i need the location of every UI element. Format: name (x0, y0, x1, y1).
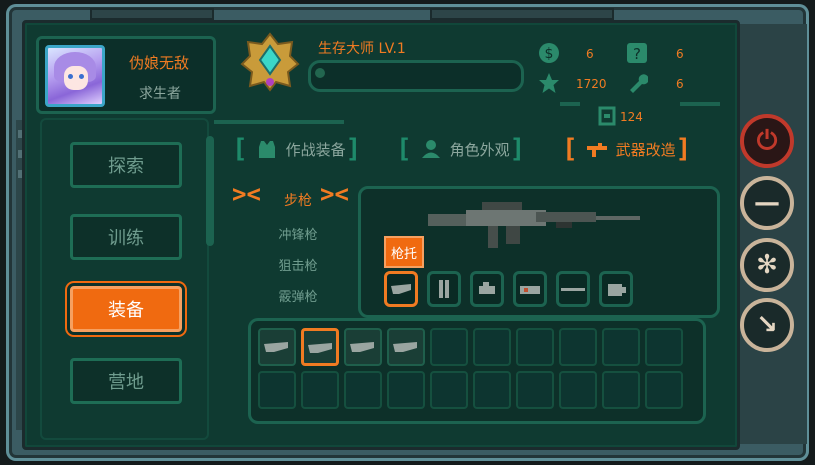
minus-icon: — (754, 188, 780, 218)
rank-medal-icon (240, 32, 300, 92)
xp-fill (315, 68, 325, 78)
tab-weapon-mod[interactable]: [ 武器改造 ] (562, 132, 691, 166)
top-grip (430, 8, 614, 20)
top-grip (90, 8, 214, 20)
tool-count: 6 (676, 77, 684, 91)
inventory-slot[interactable] (387, 328, 425, 366)
tab-combat-gear-label: 作战装备 (285, 140, 346, 159)
inventory-slot[interactable] (301, 371, 339, 409)
minimize-button[interactable]: — (740, 176, 794, 230)
star-count: 1720 (576, 77, 607, 91)
category-smg[interactable]: 冲锋枪 (248, 224, 348, 243)
quest-count: 6 (676, 47, 684, 61)
category-shotgun[interactable]: 霰弹枪 (248, 286, 348, 305)
rank-title: 生存大师 LV.1 (318, 41, 406, 57)
player-role: 求生者 (139, 86, 181, 102)
barrel-icon (561, 288, 585, 291)
stock-icon (308, 343, 332, 353)
player-profile[interactable]: 伪娘无敌 求生者 (36, 36, 216, 114)
part-slot-scope[interactable] (513, 271, 547, 307)
right-rail (734, 24, 807, 444)
settings-button[interactable]: ✻ (740, 238, 794, 292)
tab-combat-gear[interactable]: [ 作战装备 ] (232, 132, 361, 166)
inventory-slot[interactable] (344, 328, 382, 366)
gear-icon: ✻ (756, 250, 778, 280)
rifle-image (428, 202, 640, 248)
inventory-slot[interactable] (602, 328, 640, 366)
inventory-slot[interactable] (430, 371, 468, 409)
menu-training-button[interactable]: 训练 (70, 214, 182, 260)
inventory-slot[interactable] (344, 371, 382, 409)
inventory-slot[interactable] (645, 328, 683, 366)
avatar[interactable] (45, 45, 105, 107)
gun-icon (586, 143, 607, 157)
divider (214, 120, 344, 124)
menu-camp-button[interactable]: 营地 (70, 358, 182, 404)
storage-icon (598, 106, 616, 126)
inventory-slot[interactable] (559, 328, 597, 366)
inventory-slot[interactable] (645, 371, 683, 409)
power-icon: ⏻ (756, 125, 778, 156)
quest-icon: ? (627, 43, 647, 63)
category-sniper[interactable]: 狙击枪 (248, 255, 348, 274)
inventory-slot[interactable] (301, 328, 339, 366)
inventory-slot[interactable] (473, 328, 511, 366)
grip-icon (479, 282, 495, 294)
svg-text:$: $ (545, 46, 554, 62)
muzzle-icon (608, 284, 626, 296)
inventory-slot[interactable] (602, 371, 640, 409)
xp-bar (308, 60, 524, 92)
coin-icon: $ (539, 43, 559, 63)
magazine-icon (439, 280, 449, 298)
stock-icon (350, 342, 374, 352)
svg-text:?: ? (633, 45, 641, 63)
part-slot-magazine[interactable] (427, 271, 461, 307)
part-slot-muzzle[interactable] (599, 271, 633, 307)
inventory-slot[interactable] (516, 328, 554, 366)
inventory-slot[interactable] (559, 371, 597, 409)
stock-icon (264, 342, 288, 352)
storage-count: 124 (620, 110, 643, 124)
selected-part-tag: 枪托 (384, 236, 424, 268)
player-nickname: 伪娘无敌 (129, 54, 190, 72)
inventory-slot[interactable] (258, 328, 296, 366)
divider (560, 102, 580, 106)
stock-icon (391, 284, 411, 294)
wrench-icon (630, 74, 648, 93)
inventory-slot[interactable] (516, 371, 554, 409)
stock-icon (393, 342, 417, 352)
tab-weapon-mod-label: 武器改造 (615, 140, 676, 159)
part-slot-stock[interactable] (384, 271, 418, 307)
part-slot-grip[interactable] (470, 271, 504, 307)
vest-icon (258, 141, 275, 158)
person-icon (421, 140, 440, 158)
tab-appearance[interactable]: [ 角色外观 ] (396, 132, 525, 166)
coin-count: 6 (586, 47, 594, 61)
tab-appearance-label: 角色外观 (449, 140, 510, 159)
inventory-slot[interactable] (473, 371, 511, 409)
menu-equipment-button[interactable]: 装备 (70, 286, 182, 332)
scope-icon (520, 286, 540, 294)
inventory-slot[interactable] (387, 371, 425, 409)
star-icon (539, 73, 559, 93)
part-slot-barrel[interactable] (556, 271, 590, 307)
divider (680, 102, 720, 106)
arrow-down-right-icon: ↘ (756, 310, 778, 340)
exit-button[interactable]: ↘ (740, 298, 794, 352)
inventory-slot[interactable] (258, 371, 296, 409)
menu-explore-button[interactable]: 探索 (70, 142, 182, 188)
inventory-slot[interactable] (430, 328, 468, 366)
category-rifle[interactable]: 步枪 (248, 190, 348, 210)
scrollbar[interactable] (206, 136, 214, 246)
power-button[interactable]: ⏻ (740, 114, 794, 168)
